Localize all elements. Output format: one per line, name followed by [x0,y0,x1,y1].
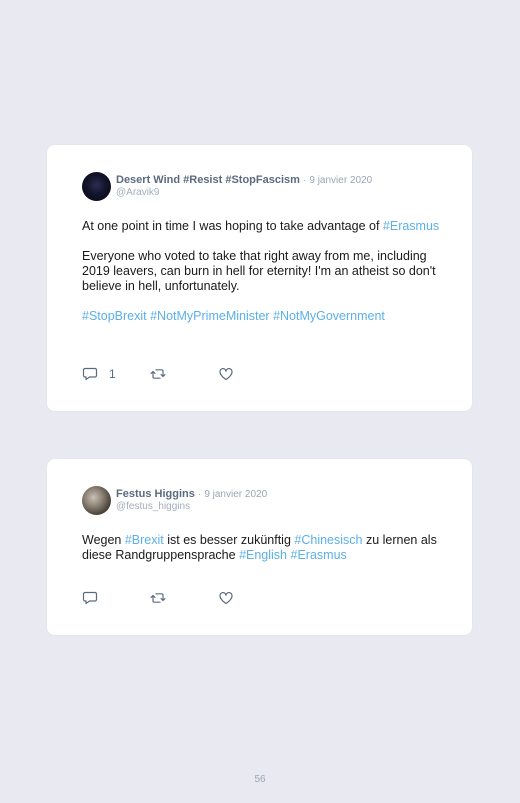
text: ist es besser zukünftig [163,533,295,547]
tweet-card[interactable]: Festus Higgins · 9 janvier 2020 @festus_… [47,459,472,635]
heart-icon [219,367,233,381]
author-handle[interactable]: @Aravik9 [116,187,160,198]
like-button[interactable] [218,591,286,605]
heart-icon [219,591,233,605]
tweet-paragraph: #StopBrexit #NotMyPrimeMinister #NotMyGo… [82,309,442,324]
author-name[interactable]: Festus Higgins [116,488,195,500]
avatar[interactable] [82,486,111,515]
separator: · [197,489,202,500]
hashtag-link[interactable]: #English [239,548,287,562]
tweet-date[interactable]: 9 janvier 2020 [204,489,267,500]
hashtag-link[interactable]: #Erasmus [291,548,347,562]
reply-icon [82,591,98,605]
page-number: 56 [254,774,266,785]
reply-button[interactable]: 1 [82,367,150,381]
text: Wegen [82,533,125,547]
hashtag-link[interactable]: #Erasmus [383,219,439,233]
tweet-date[interactable]: 9 janvier 2020 [309,175,372,186]
retweet-button[interactable] [150,591,218,605]
text: At one point in time I was hoping to tak… [82,219,383,233]
tweet-actions [82,591,286,605]
like-button[interactable] [218,367,286,381]
hashtag-link[interactable]: #StopBrexit [82,309,147,323]
hashtag-link[interactable]: #NotMyGovernment [273,309,385,323]
tweet-header: Desert Wind #Resist #StopFascism · 9 jan… [116,174,372,187]
tweet-paragraph: At one point in time I was hoping to tak… [82,219,442,234]
author-handle[interactable]: @festus_higgins [116,501,190,512]
tweet-card[interactable]: Desert Wind #Resist #StopFascism · 9 jan… [47,145,472,411]
hashtag-link[interactable]: #Chinesisch [294,533,362,547]
reply-icon [82,367,98,381]
tweet-actions: 1 [82,367,286,381]
reply-button[interactable] [82,591,150,605]
tweet-paragraph: Wegen #Brexit ist es besser zukünftig #C… [82,533,442,563]
tweet-text: Wegen #Brexit ist es besser zukünftig #C… [82,533,442,578]
retweet-icon [150,593,166,603]
tweet-paragraph: Everyone who voted to take that right aw… [82,249,436,293]
avatar[interactable] [82,172,111,201]
tweet-header: Festus Higgins · 9 janvier 2020 [116,488,267,501]
reply-count: 1 [109,367,116,381]
hashtag-link[interactable]: #NotMyPrimeMinister [150,309,269,323]
separator: · [302,175,307,186]
hashtag-link[interactable]: #Brexit [125,533,164,547]
tweet-text: At one point in time I was hoping to tak… [82,219,442,339]
author-name[interactable]: Desert Wind #Resist #StopFascism [116,174,300,186]
retweet-button[interactable] [150,367,218,381]
retweet-icon [150,369,166,379]
